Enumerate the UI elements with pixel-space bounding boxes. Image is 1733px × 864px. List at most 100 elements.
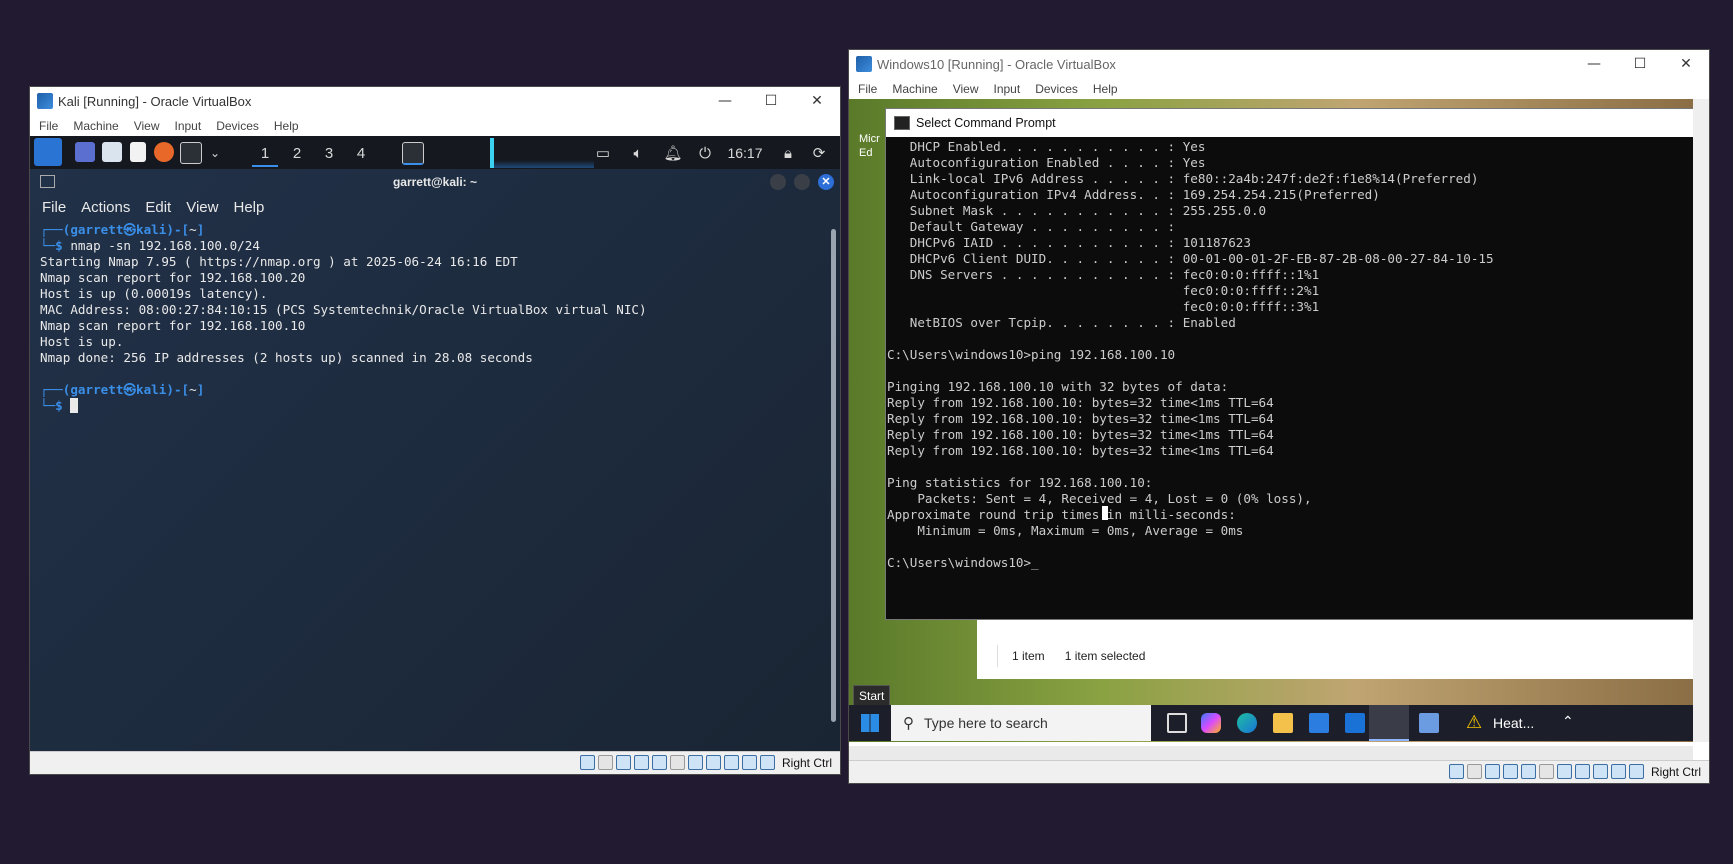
recording-icon[interactable] — [705, 755, 721, 770]
close-button[interactable]: ✕ — [1663, 50, 1709, 78]
vb-vertical-scrollbar[interactable] — [1693, 99, 1709, 742]
audio-icon[interactable] — [1484, 764, 1500, 779]
menu-machine[interactable]: Machine — [892, 82, 937, 96]
logout-icon[interactable]: ⟳ — [806, 141, 832, 165]
mouse-integration-icon[interactable] — [1610, 764, 1626, 779]
chevron-up-icon[interactable]: ⌃ — [1562, 713, 1574, 730]
display-status-icon[interactable] — [1556, 764, 1572, 779]
file-explorer-icon[interactable] — [1273, 713, 1293, 733]
audio-icon[interactable] — [615, 755, 631, 770]
chevron-down-icon[interactable]: ⌄ — [202, 141, 228, 165]
shared-folders-icon[interactable] — [1538, 764, 1554, 779]
minimize-button[interactable]: — — [702, 87, 748, 115]
desktop-edge-shortcut-label[interactable]: Micr Ed — [859, 132, 880, 160]
terminal-menu-view[interactable]: View — [186, 199, 218, 216]
terminal-minimize-button[interactable] — [770, 174, 786, 190]
network-icon[interactable] — [633, 755, 649, 770]
keyboard-icon[interactable] — [1628, 764, 1644, 779]
cmd-line: Packets: Sent = 4, Received = 4, Lost = … — [887, 491, 1312, 506]
cpu-icon[interactable] — [1592, 764, 1608, 779]
terminal-menu-help[interactable]: Help — [233, 199, 264, 216]
terminal-task-icon[interactable] — [402, 142, 424, 165]
workspace-1[interactable]: 1 — [252, 141, 278, 167]
maximize-button[interactable]: ☐ — [1617, 50, 1663, 78]
task-view-icon[interactable] — [1167, 713, 1187, 733]
menu-file[interactable]: File — [39, 119, 58, 133]
store-icon[interactable] — [1309, 713, 1329, 733]
cmd-icon — [894, 116, 910, 130]
terminal-close-button[interactable]: ✕ — [818, 174, 834, 190]
display-icon[interactable]: ▭ — [590, 141, 616, 165]
optical-drive-icon[interactable] — [1466, 764, 1482, 779]
weather-label[interactable]: Heat... — [1493, 715, 1534, 731]
usb-icon[interactable] — [1520, 764, 1536, 779]
usb-icon[interactable] — [651, 755, 667, 770]
notification-icon[interactable]: 🔔︎ — [660, 141, 686, 165]
cpu-icon[interactable] — [723, 755, 739, 770]
kali-terminal-window[interactable]: garrett@kali: ~ ✕ File Actions Edit View… — [30, 169, 840, 752]
text-editor-icon[interactable] — [130, 142, 146, 162]
copilot-icon[interactable] — [1201, 713, 1221, 733]
kali-window-titlebar[interactable]: Kali [Running] - Oracle VirtualBox — ☐ ✕ — [30, 87, 840, 115]
menu-file[interactable]: File — [858, 82, 877, 96]
workspace-4[interactable]: 4 — [348, 141, 374, 165]
hard-disk-icon[interactable] — [579, 755, 595, 770]
menu-machine[interactable]: Machine — [73, 119, 118, 133]
cmd-output[interactable]: DHCP Enabled. . . . . . . . . . . : Yes … — [886, 139, 1694, 619]
minimize-button[interactable]: — — [1571, 50, 1617, 78]
menu-view[interactable]: View — [134, 119, 160, 133]
terminal-menu-actions[interactable]: Actions — [81, 199, 130, 216]
display-status-icon[interactable] — [687, 755, 703, 770]
terminal-titlebar[interactable]: garrett@kali: ~ ✕ — [30, 169, 840, 195]
mail-icon[interactable] — [1345, 713, 1365, 733]
kali-menu-icon[interactable] — [34, 138, 62, 166]
hard-disk-icon[interactable] — [1448, 764, 1464, 779]
volume-icon[interactable]: 🔈︎ — [625, 141, 651, 165]
terminal-menu-file[interactable]: File — [42, 199, 66, 216]
menu-help[interactable]: Help — [274, 119, 299, 133]
firefox-icon[interactable] — [154, 142, 174, 162]
prompt-user: garrett — [70, 222, 124, 237]
maximize-button[interactable]: ☐ — [748, 87, 794, 115]
prompt-user: garrett — [70, 382, 124, 397]
windows-start-icon[interactable] — [861, 714, 879, 732]
virtualbox-icon — [37, 93, 53, 109]
menu-view[interactable]: View — [953, 82, 979, 96]
cmd-titlebar[interactable]: Select Command Prompt — [886, 109, 1694, 137]
terminal-cursor — [70, 398, 78, 413]
power-icon[interactable]: ⏻ — [692, 141, 718, 165]
edge-icon[interactable] — [1237, 713, 1257, 733]
terminal-output[interactable]: ┌──(garrett㉿kali)-[~] └─$ nmap -sn 192.1… — [40, 222, 820, 414]
network-icon[interactable] — [1502, 764, 1518, 779]
file-manager-icon[interactable] — [102, 142, 122, 162]
workspace-2[interactable]: 2 — [284, 141, 310, 165]
taskbar-search-box[interactable]: ⚲ Type here to search — [891, 705, 1151, 741]
cmd-line: NetBIOS over Tcpip. . . . . . . . : Enab… — [887, 315, 1236, 330]
workspace-3[interactable]: 3 — [316, 141, 342, 165]
terminal-scrollbar[interactable] — [831, 229, 836, 722]
lock-icon[interactable]: 🔒︎ — [775, 141, 801, 165]
menu-devices[interactable]: Devices — [1035, 82, 1078, 96]
cpu-graph — [490, 138, 594, 168]
cmd-task-icon[interactable] — [1369, 705, 1409, 741]
terminal-maximize-button[interactable] — [794, 174, 810, 190]
mouse-integration-icon[interactable] — [741, 755, 757, 770]
cmd-line: Reply from 192.168.100.10: bytes=32 time… — [887, 411, 1274, 426]
optical-drive-icon[interactable] — [597, 755, 613, 770]
menu-input[interactable]: Input — [994, 82, 1021, 96]
menu-devices[interactable]: Devices — [216, 119, 259, 133]
desktop-icon[interactable] — [75, 142, 95, 162]
close-button[interactable]: ✕ — [794, 87, 840, 115]
terminal-menu-edit[interactable]: Edit — [145, 199, 171, 216]
kali-virtualbox-window[interactable]: Kali [Running] - Oracle VirtualBox — ☐ ✕… — [30, 87, 840, 774]
menu-help[interactable]: Help — [1093, 82, 1118, 96]
terminal-icon[interactable] — [180, 142, 202, 164]
virtualbox-task-icon[interactable] — [1419, 713, 1439, 733]
windows10-virtualbox-window[interactable]: Windows10 [Running] - Oracle VirtualBox … — [849, 50, 1709, 783]
command-prompt-window[interactable]: Select Command Prompt DHCP Enabled. . . … — [886, 109, 1694, 619]
shared-folders-icon[interactable] — [669, 755, 685, 770]
recording-icon[interactable] — [1574, 764, 1590, 779]
menu-input[interactable]: Input — [175, 119, 202, 133]
keyboard-icon[interactable] — [759, 755, 775, 770]
win-window-titlebar[interactable]: Windows10 [Running] - Oracle VirtualBox … — [849, 50, 1709, 78]
